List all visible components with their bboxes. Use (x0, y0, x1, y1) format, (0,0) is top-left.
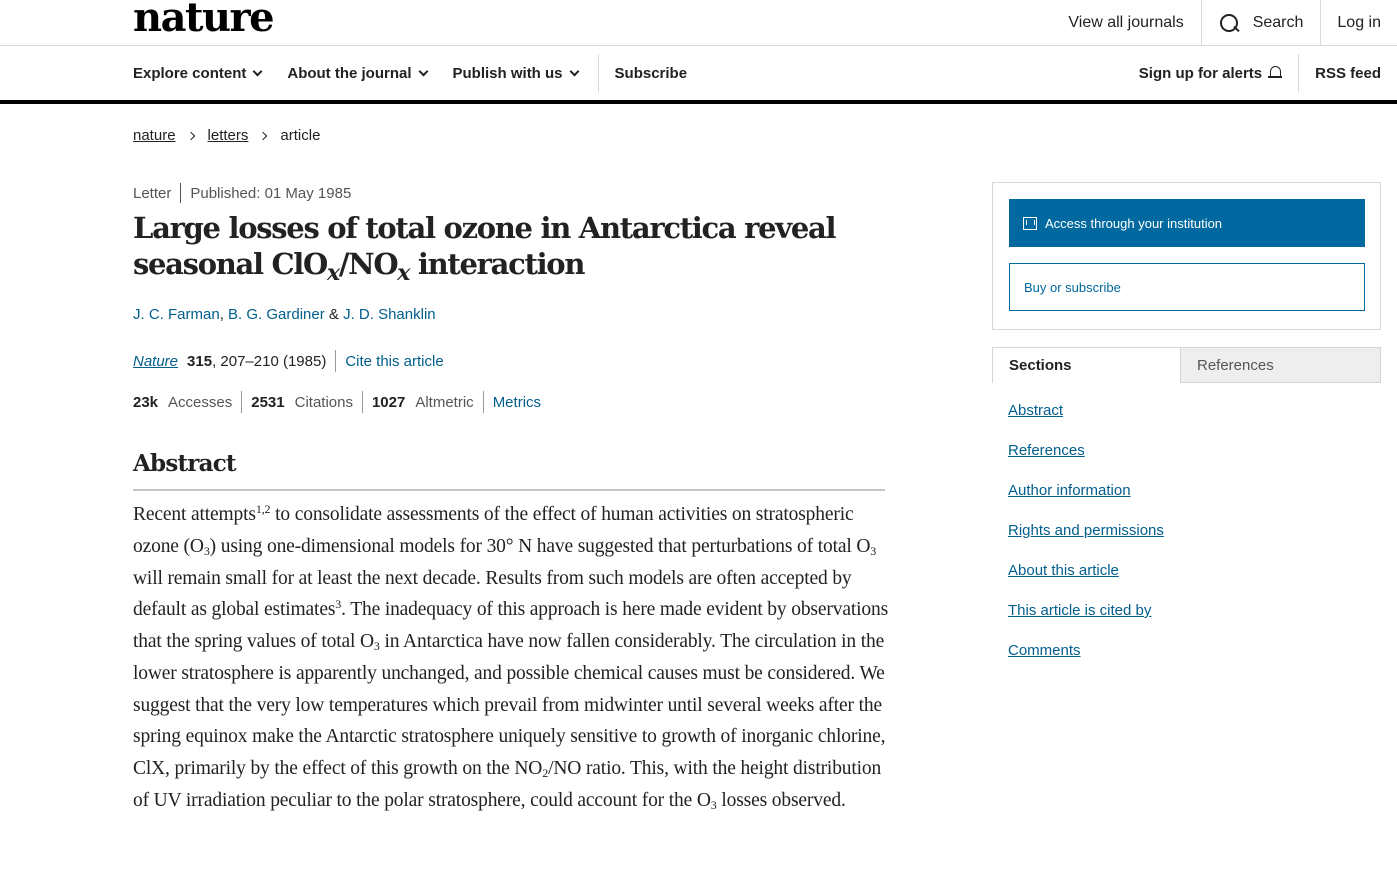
breadcrumb-current: article (280, 127, 321, 144)
breadcrumb: nature letters article (133, 127, 320, 144)
author-separator: & (324, 306, 344, 323)
section-link-abstract[interactable]: Abstract (1008, 402, 1164, 420)
main-nav: Explore content About the journal Publis… (0, 46, 1397, 104)
buy-subscribe-button[interactable]: Buy or subscribe (1009, 263, 1365, 311)
tab-references[interactable]: References (1180, 347, 1381, 383)
publish-with-us-menu[interactable]: Publish with us (452, 64, 579, 82)
author-link[interactable]: J. D. Shanklin (343, 306, 436, 323)
abstract-segment: Recent attempts (133, 504, 256, 525)
citation-divider (335, 350, 337, 372)
title-text: /NO (338, 247, 399, 281)
nav-menu: Explore content About the journal Publis… (133, 46, 713, 100)
title-subscript: x (397, 260, 410, 286)
nav-actions: Sign up for alerts RSS feed (1123, 46, 1397, 100)
access-institution-button[interactable]: Access through your institution (1009, 199, 1365, 247)
bell-icon (1268, 65, 1283, 81)
reference-superscript[interactable]: 1,2 (256, 502, 271, 516)
sign-up-alerts-label: Sign up for alerts (1138, 64, 1263, 82)
access-box: Access through your institution Buy or s… (992, 182, 1381, 330)
section-link-references[interactable]: References (1008, 442, 1164, 460)
access-institution-label: Access through your institution (1045, 215, 1223, 231)
section-link-cited-by[interactable]: This article is cited by (1008, 602, 1164, 620)
institution-icon (1023, 216, 1037, 230)
view-all-journals-link[interactable]: View all journals (1051, 0, 1200, 45)
nature-logo[interactable]: nature (133, 0, 275, 41)
author-link[interactable]: B. G. Gardiner (228, 306, 325, 323)
publish-with-us-label: Publish with us (452, 64, 563, 82)
metrics-divider (241, 391, 243, 413)
volume-number: 315 (187, 352, 213, 370)
chemical-subscript: 3 (870, 543, 877, 558)
altmetric-score: 1027 (371, 393, 406, 411)
abstract-heading: Abstract (133, 450, 237, 477)
sections-list: Abstract References Author information R… (1008, 402, 1164, 682)
top-header-links: View all journals Search Log in (1051, 0, 1397, 45)
article-title: Large losses of total ozone in Antarctic… (133, 210, 903, 291)
article-meta: Letter Published: 01 May 1985 (133, 183, 351, 203)
tab-sections[interactable]: Sections (992, 347, 1180, 383)
section-link-comments[interactable]: Comments (1008, 642, 1164, 660)
login-link[interactable]: Log in (1320, 0, 1397, 45)
breadcrumb-nature[interactable]: nature (133, 127, 176, 144)
title-subscript: x (327, 260, 340, 286)
chevron-down-icon (252, 66, 263, 76)
article-type: Letter (133, 184, 172, 202)
rss-feed-link[interactable]: RSS feed (1298, 54, 1397, 92)
accesses-label: Accesses (168, 393, 233, 411)
page-range: , 207–210 (1985) (212, 352, 327, 370)
published-date: Published: 01 May 1985 (190, 184, 352, 202)
about-journal-label: About the journal (287, 64, 412, 82)
abstract-text: Recent attempts1,2 to consolidate assess… (133, 499, 891, 817)
section-link-author-information[interactable]: Author information (1008, 482, 1164, 500)
search-icon (1219, 13, 1239, 33)
abstract-segment: in Antarctica have now fallen considerab… (133, 631, 886, 779)
search-button[interactable]: Search (1200, 0, 1321, 45)
subscribe-link[interactable]: Subscribe (615, 65, 688, 82)
metrics-divider (361, 391, 363, 413)
article-metrics: 23k Accesses 2531 Citations 1027 Altmetr… (133, 391, 541, 413)
chevron-right-icon (186, 131, 195, 140)
breadcrumb-letters[interactable]: letters (208, 127, 249, 144)
altmetric-label: Altmetric (415, 393, 474, 411)
citations-label: Citations (294, 393, 353, 411)
abstract-divider (133, 489, 885, 491)
author-list: J. C. Farman, B. G. Gardiner & J. D. Sha… (133, 306, 436, 323)
search-label: Search (1252, 13, 1304, 31)
journal-link[interactable]: Nature (133, 353, 178, 370)
section-link-about-article[interactable]: About this article (1008, 562, 1164, 580)
accesses-count: 23k (133, 393, 159, 411)
sign-up-alerts-link[interactable]: Sign up for alerts (1123, 54, 1298, 92)
abstract-segment: ) using one-dimensional models for 30° N… (209, 535, 871, 557)
metrics-link[interactable]: Metrics (493, 394, 541, 411)
section-link-rights-permissions[interactable]: Rights and permissions (1008, 522, 1164, 540)
citations-count: 2531 (251, 393, 285, 411)
metrics-divider (482, 391, 484, 413)
abstract-segment: losses observed. (716, 789, 846, 811)
citation-line: Nature 315, 207–210 (1985) Cite this art… (133, 350, 444, 372)
cite-article-link[interactable]: Cite this article (345, 353, 443, 370)
title-text: interaction (409, 247, 586, 281)
chevron-down-icon (569, 66, 579, 76)
explore-content-menu[interactable]: Explore content (133, 64, 263, 82)
nav-divider (597, 54, 599, 92)
meta-divider (180, 183, 182, 203)
author-link[interactable]: J. C. Farman (133, 306, 220, 323)
chevron-down-icon (418, 66, 428, 76)
about-journal-menu[interactable]: About the journal (287, 64, 428, 82)
explore-content-label: Explore content (133, 64, 247, 82)
sidebar-tabs: Sections References (992, 347, 1381, 383)
author-separator: , (219, 306, 229, 323)
top-header: nature View all journals Search Log in (0, 0, 1397, 46)
chevron-right-icon (259, 131, 268, 140)
